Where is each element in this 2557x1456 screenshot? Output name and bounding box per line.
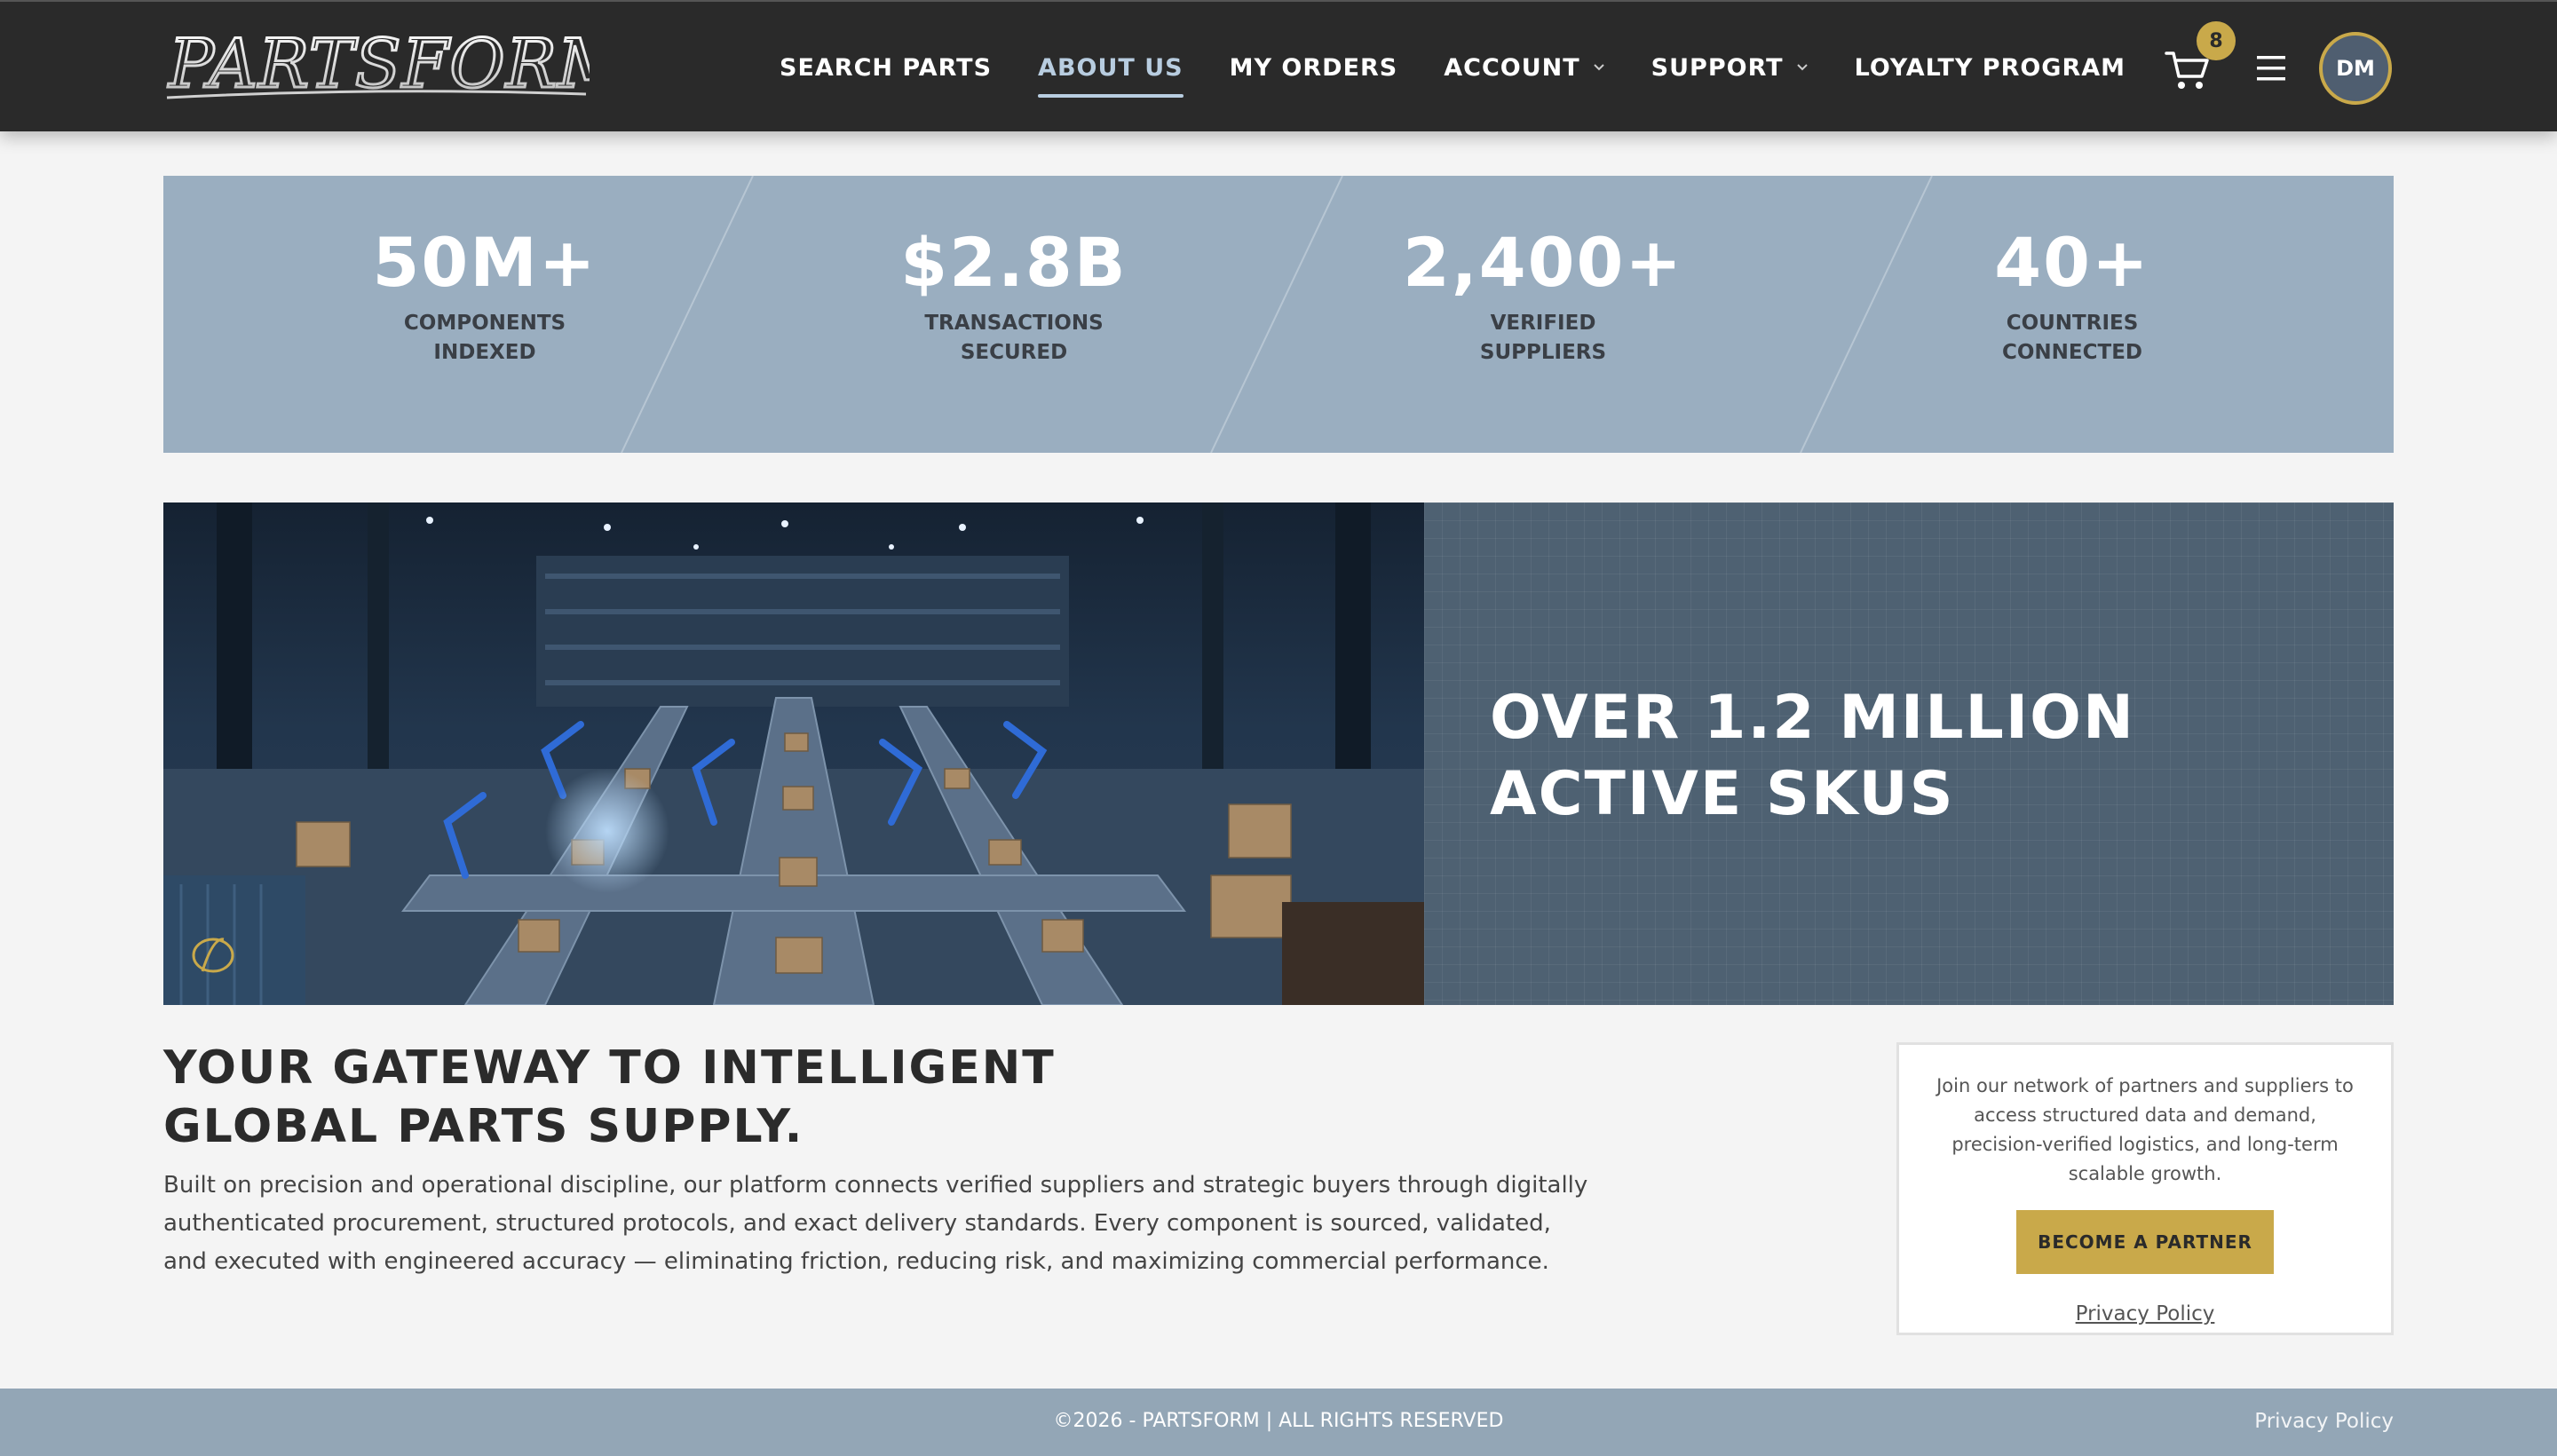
intro-body: Built on precision and operational disci… [163, 1172, 1588, 1275]
stat-components: 50M+ COMPONENTS INDEXED [218, 176, 751, 453]
nav-label: ACCOUNT [1444, 53, 1580, 82]
hero-title: OVER 1.2 MILLION ACTIVE SKUS [1490, 683, 2135, 829]
nav-label: LOYALTY PROGRAM [1854, 53, 2126, 82]
stat-label: COMPONENTS INDEXED [403, 312, 566, 364]
chevron-down-icon [1796, 64, 1808, 71]
partner-text: Join our network of partners and supplie… [1936, 1075, 2354, 1184]
privacy-policy-link[interactable]: Privacy Policy [1899, 1302, 2391, 1325]
nav-about-us[interactable]: ABOUT US [1038, 2, 1184, 133]
chevron-down-icon [1593, 64, 1604, 71]
nav-support[interactable]: SUPPORT [1651, 2, 1809, 133]
user-avatar[interactable]: DM [2319, 32, 2392, 105]
warehouse-image [163, 502, 1424, 1005]
stat-label: TRANSACTIONS SECURED [924, 312, 1104, 364]
stat-transactions: $2.8B TRANSACTIONS SECURED [748, 176, 1280, 453]
stat-label: COUNTRIES CONNECTED [2001, 312, 2142, 364]
warehouse-illustration [163, 502, 1424, 1005]
stat-value: 2,400+ [1402, 223, 1684, 302]
nav-my-orders[interactable]: MY ORDERS [1230, 2, 1398, 133]
become-partner-button[interactable]: BECOME A PARTNER [2016, 1210, 2274, 1274]
stats-band: 50M+ COMPONENTS INDEXED $2.8B TRANSACTION… [163, 176, 2394, 453]
stat-suppliers: 2,400+ VERIFIED SUPPLIERS [1277, 176, 1809, 453]
footer-copyright: ©2026 - PARTSFORM | ALL RIGHTS RESERVED [1053, 1410, 1504, 1432]
nav-loyalty-program[interactable]: LOYALTY PROGRAM [1855, 2, 2126, 133]
nav-search-parts[interactable]: SEARCH PARTS [780, 2, 992, 133]
intro-heading: YOUR GATEWAY TO INTELLIGENT GLOBAL PARTS … [163, 1041, 1056, 1153]
stat-value: $2.8B [900, 223, 1128, 302]
stat-value: 40+ [1994, 223, 2150, 302]
main-nav: SEARCH PARTS ABOUT US MY ORDERS ACCOUNT … [780, 2, 2172, 133]
footer-privacy-link[interactable]: Privacy Policy [2254, 1410, 2394, 1433]
nav-label: ABOUT US [1038, 53, 1184, 82]
nav-label: SEARCH PARTS [780, 53, 993, 82]
nav-label: SUPPORT [1651, 53, 1784, 82]
nav-label: MY ORDERS [1229, 53, 1398, 82]
hamburger-menu-icon[interactable] [2255, 53, 2287, 83]
stat-value: 50M+ [372, 223, 598, 302]
hero-panel: OVER 1.2 MILLION ACTIVE SKUS [1424, 502, 2394, 1005]
stat-countries: 40+ COUNTRIES CONNECTED [1806, 176, 2339, 453]
site-footer: ©2026 - PARTSFORM | ALL RIGHTS RESERVED … [0, 1389, 2557, 1456]
stat-label: VERIFIED SUPPLIERS [1479, 312, 1607, 364]
partsform-logo[interactable]: PARTSFORM [163, 25, 590, 107]
site-header: PARTSFORM SEARCH PARTS ABOUT US MY ORDER… [0, 0, 2557, 131]
nav-account[interactable]: ACCOUNT [1444, 2, 1604, 133]
partner-card: Join our network of partners and supplie… [1896, 1042, 2394, 1335]
cart-count-badge: 8 [2197, 21, 2236, 60]
